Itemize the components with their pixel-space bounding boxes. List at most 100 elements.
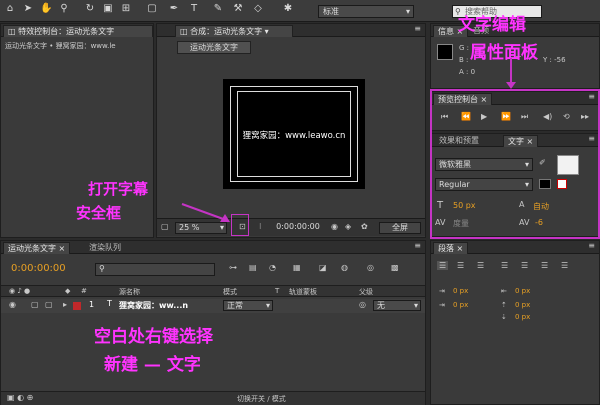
camera-tool-icon[interactable]: ▣	[102, 3, 114, 15]
align-left-icon[interactable]: ☰	[437, 261, 449, 270]
hide-shy-icon[interactable]: ▦	[293, 263, 301, 272]
footer-icons[interactable]: ▣ ◐ ⊕	[7, 393, 33, 402]
layer-name[interactable]: 狸窝家园：ww...n	[119, 300, 188, 311]
layer-label-color[interactable]	[73, 302, 81, 310]
annotation-right-click-2: 新建 — 文字	[104, 355, 201, 375]
paragraph-panel: 段落 × ≡ ☰ ☰ ☰ ☰ ☰ ☰ ☰ ⇥ 0 px ⇤ 0 px ⇥ 0 p…	[430, 240, 600, 405]
space-after-value[interactable]: 0 px	[515, 313, 530, 321]
comp-mini-flowchart-icon[interactable]: ⊶	[229, 263, 237, 272]
chevron-down-icon: ▾	[405, 7, 410, 16]
brush-tool-icon[interactable]: ✎	[212, 3, 224, 15]
pickwhip-icon[interactable]: ◎	[359, 300, 366, 309]
space-before-value[interactable]: 0 px	[515, 301, 530, 309]
clone-tool-icon[interactable]: ⚒	[232, 3, 244, 15]
panel-menu-icon[interactable]: ≡	[414, 241, 421, 250]
timeline-panel: 运动光条文字 × 渲染队列 ≡ 0:00:00:00 ⚲ ⊶ ▤ ◔ ▦ ◪ ◍…	[0, 240, 426, 405]
info-y: Y : -56	[543, 56, 566, 64]
text-panel-highlight	[430, 89, 600, 239]
space-before-icon: ⇡	[501, 301, 507, 309]
comp-viewer[interactable]: 狸窝家园：www.leawo.cn	[157, 57, 425, 217]
zoom-tool-icon[interactable]: ⚲	[58, 3, 70, 15]
timeline-tab-label: 运动光条文字	[8, 244, 56, 253]
eraser-tool-icon[interactable]: ◇	[252, 3, 264, 15]
layer-parent-value: 无	[377, 301, 385, 310]
timeline-timecode[interactable]: 0:00:00:00	[11, 263, 66, 274]
current-time[interactable]: 0:00:00:00	[271, 222, 325, 234]
effects-breadcrumb: 运动光条文字 • 狸窝家园：www.le	[5, 42, 116, 50]
justify-center-icon[interactable]: ☰	[521, 261, 528, 270]
draft-3d-icon[interactable]: ◔	[269, 263, 276, 272]
brainstorm-icon[interactable]: ▩	[391, 263, 399, 272]
tab-composition[interactable]: ◫ 合成：运动光条文字 ▾	[175, 25, 293, 37]
show-snapshot-icon[interactable]: ◈	[345, 222, 351, 231]
motion-blur-icon[interactable]: ◍	[341, 263, 348, 272]
tab-effects-control[interactable]: ◫ 特效控制台：运动光条文字	[3, 25, 153, 37]
solo-icon[interactable]: ▢	[31, 300, 39, 309]
pen-tool-icon[interactable]: ✒	[168, 3, 180, 15]
mask-visibility-icon[interactable]: ⁝	[259, 222, 262, 231]
layer-index: 1	[89, 300, 95, 309]
layer-row[interactable]: ◉ ▢ ▢ ▸ 1 T 狸窝家园：ww...n 正常 ▾ ◎ 无 ▾	[1, 299, 425, 313]
mask-tool-icon[interactable]: ▢	[146, 3, 158, 15]
col-parent: 父级	[359, 288, 373, 296]
panel-menu-icon[interactable]: ≡	[588, 241, 595, 250]
info-b: B :	[459, 56, 469, 64]
info-tab-label: 信息	[438, 27, 454, 36]
timeline-tabbar: 运动光条文字 × 渲染队列 ≡	[1, 241, 425, 254]
chevron-down-icon[interactable]: ▾	[265, 27, 269, 36]
color-channel-icon[interactable]: ✿	[361, 222, 368, 231]
resolution-select[interactable]: 全屏	[379, 222, 421, 234]
selection-tool-icon[interactable]: ➤	[22, 3, 34, 15]
tab-timeline[interactable]: 运动光条文字 ×	[3, 242, 71, 254]
align-right-icon[interactable]: ☰	[477, 261, 484, 270]
justify-left-icon[interactable]: ☰	[501, 261, 508, 270]
annotation-safe-2: 安全框	[76, 204, 122, 222]
type-tool-icon[interactable]: T	[188, 3, 200, 15]
tab-paragraph[interactable]: 段落 ×	[433, 242, 469, 254]
comp-lock-icon: ◫	[180, 27, 191, 36]
comp-canvas: 狸窝家园：www.leawo.cn	[223, 79, 365, 189]
annotation-arrow-head	[506, 82, 516, 89]
label-icon: ◆	[65, 287, 71, 295]
annotation-safe-1: 打开字幕	[88, 180, 149, 198]
annotation-text-edit-2: 属性面板	[470, 43, 538, 63]
chevron-down-icon: ▾	[265, 301, 270, 310]
chevron-down-icon: ▾	[413, 301, 418, 310]
always-preview-icon[interactable]: ▢	[161, 222, 169, 231]
col-source-name: 源名称	[119, 288, 140, 296]
layer-parent-select[interactable]: 无 ▾	[373, 300, 421, 311]
indent-right-value[interactable]: 0 px	[515, 287, 530, 295]
indent-left-value[interactable]: 0 px	[453, 287, 468, 295]
panel-menu-icon[interactable]: ≡	[414, 24, 421, 33]
twirl-icon[interactable]: ▸	[63, 300, 67, 309]
graph-editor-icon[interactable]: ◎	[367, 263, 374, 272]
pan-behind-icon[interactable]: ⊞	[120, 3, 132, 15]
rotate-tool-icon[interactable]: ↻	[84, 3, 96, 15]
paragraph-tabbar: 段落 × ≡	[431, 241, 599, 254]
layer-mode-select[interactable]: 正常 ▾	[223, 300, 273, 311]
layer-search-input[interactable]: ⚲	[95, 263, 215, 276]
eye-icon[interactable]: ◉	[9, 300, 16, 309]
col-track-matte: 轨道蒙板	[289, 288, 317, 296]
hand-tool-icon[interactable]: ✋	[40, 3, 52, 15]
toggle-switches-modes[interactable]: 切换开关 / 模式	[237, 394, 286, 404]
frame-blending-icon[interactable]: ◪	[319, 263, 327, 272]
workspace-select[interactable]: 标准 ▾	[318, 5, 414, 18]
puppet-tool-icon[interactable]: ✱	[282, 3, 294, 15]
indent-first-value[interactable]: 0 px	[453, 301, 468, 309]
color-swatch	[437, 44, 453, 60]
effects-tab-label: 特效控制台：运动光条文字	[18, 27, 115, 36]
align-center-icon[interactable]: ☰	[457, 261, 464, 270]
live-update-icon[interactable]: ▤	[249, 263, 257, 272]
col-t: T	[275, 287, 280, 295]
indent-right-icon: ⇤	[501, 287, 507, 295]
comp-name-button[interactable]: 运动光条文字	[177, 41, 251, 54]
snapshot-icon[interactable]: ◉	[331, 222, 338, 231]
annotation-safe-arrow	[181, 203, 230, 222]
home-icon[interactable]: ⌂	[4, 3, 16, 15]
col-hash: #	[81, 287, 87, 295]
lock-icon[interactable]: ▢	[45, 300, 53, 309]
justify-all-icon[interactable]: ☰	[561, 261, 568, 270]
justify-right-icon[interactable]: ☰	[541, 261, 548, 270]
tab-render-queue[interactable]: 渲染队列	[85, 242, 125, 254]
